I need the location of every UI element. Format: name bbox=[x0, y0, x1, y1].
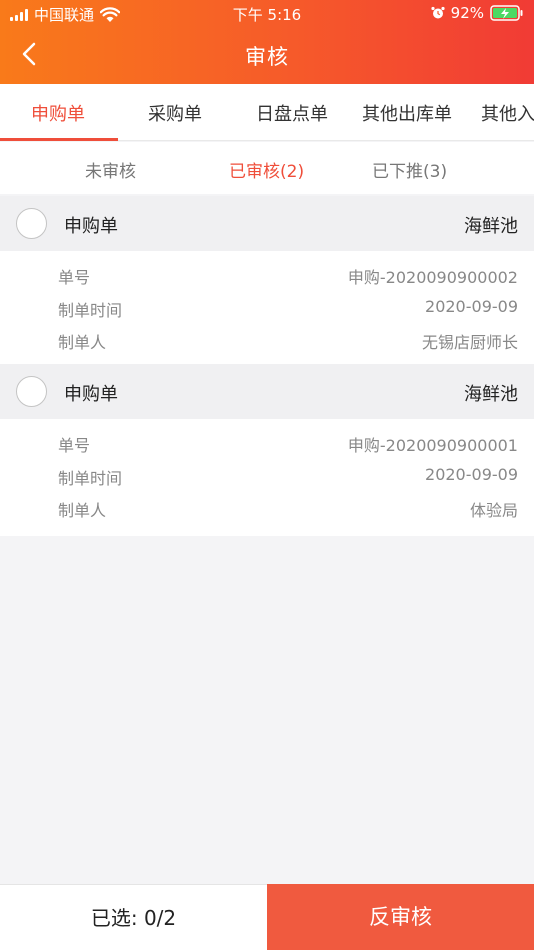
created-time-value: 2020-09-09 bbox=[425, 297, 518, 316]
order-type: 申购单 bbox=[64, 216, 118, 237]
order-number-value: 申购-2020090900001 bbox=[347, 436, 518, 455]
battery-charging-icon bbox=[490, 5, 523, 21]
review-status-tabs: 未审核 已审核(2) 已下推(3) bbox=[0, 142, 534, 194]
order-card-body: 单号 申购-2020090900001 制单时间 2020-09-09 制单人 … bbox=[0, 419, 534, 536]
selected-count: 已选: 0/2 bbox=[90, 906, 177, 930]
created-time-label: 制单时间 bbox=[58, 301, 123, 320]
order-number-label: 单号 bbox=[58, 436, 91, 455]
creator-value: 体验局 bbox=[469, 501, 518, 520]
tab-other-outbound[interactable]: 其他出库单 bbox=[362, 100, 452, 126]
order-department: 海鲜池 bbox=[464, 216, 518, 237]
order-card-header: 申购单 海鲜池 bbox=[0, 364, 534, 419]
select-radio[interactable] bbox=[16, 376, 47, 407]
alarm-icon bbox=[431, 6, 445, 19]
order-number-label: 单号 bbox=[58, 268, 91, 287]
creator-value: 无锡店厨师长 bbox=[421, 333, 518, 352]
order-number-value: 申购-2020090900002 bbox=[347, 268, 518, 287]
battery-percent: 92% bbox=[450, 4, 484, 22]
tab-daily-inventory[interactable]: 日盘点单 bbox=[256, 100, 328, 126]
tab-purchase-order[interactable]: 采购单 bbox=[148, 100, 202, 126]
creator-label: 制单人 bbox=[58, 333, 107, 352]
subtab-unreviewed[interactable]: 未审核 bbox=[85, 157, 136, 182]
document-type-tabs: 申购单 采购单 日盘点单 其他出库单 其他入 bbox=[0, 84, 534, 141]
order-card-header: 申购单 海鲜池 bbox=[0, 196, 534, 251]
select-radio[interactable] bbox=[16, 208, 47, 239]
order-type: 申购单 bbox=[64, 384, 118, 405]
subtab-pushed-down[interactable]: 已下推(3) bbox=[372, 157, 447, 182]
app-header: 中国联通 下午 5:16 92% 审核 bbox=[0, 0, 534, 84]
bottom-action-bar: 已选: 0/2 反审核 bbox=[0, 884, 534, 950]
active-tab-indicator bbox=[0, 138, 118, 141]
created-time-value: 2020-09-09 bbox=[425, 465, 518, 484]
subtab-reviewed[interactable]: 已审核(2) bbox=[229, 157, 304, 182]
creator-label: 制单人 bbox=[58, 501, 107, 520]
page-title: 审核 bbox=[245, 45, 289, 69]
created-time-label: 制单时间 bbox=[58, 469, 123, 488]
order-card-body: 单号 申购-2020090900002 制单时间 2020-09-09 制单人 … bbox=[0, 251, 534, 368]
tab-other-inbound[interactable]: 其他入 bbox=[481, 100, 534, 126]
unreview-button[interactable]: 反审核 bbox=[267, 884, 534, 950]
status-bar: 中国联通 下午 5:16 92% bbox=[0, 0, 534, 28]
order-department: 海鲜池 bbox=[464, 384, 518, 405]
tab-purchase-request[interactable]: 申购单 bbox=[31, 100, 85, 126]
